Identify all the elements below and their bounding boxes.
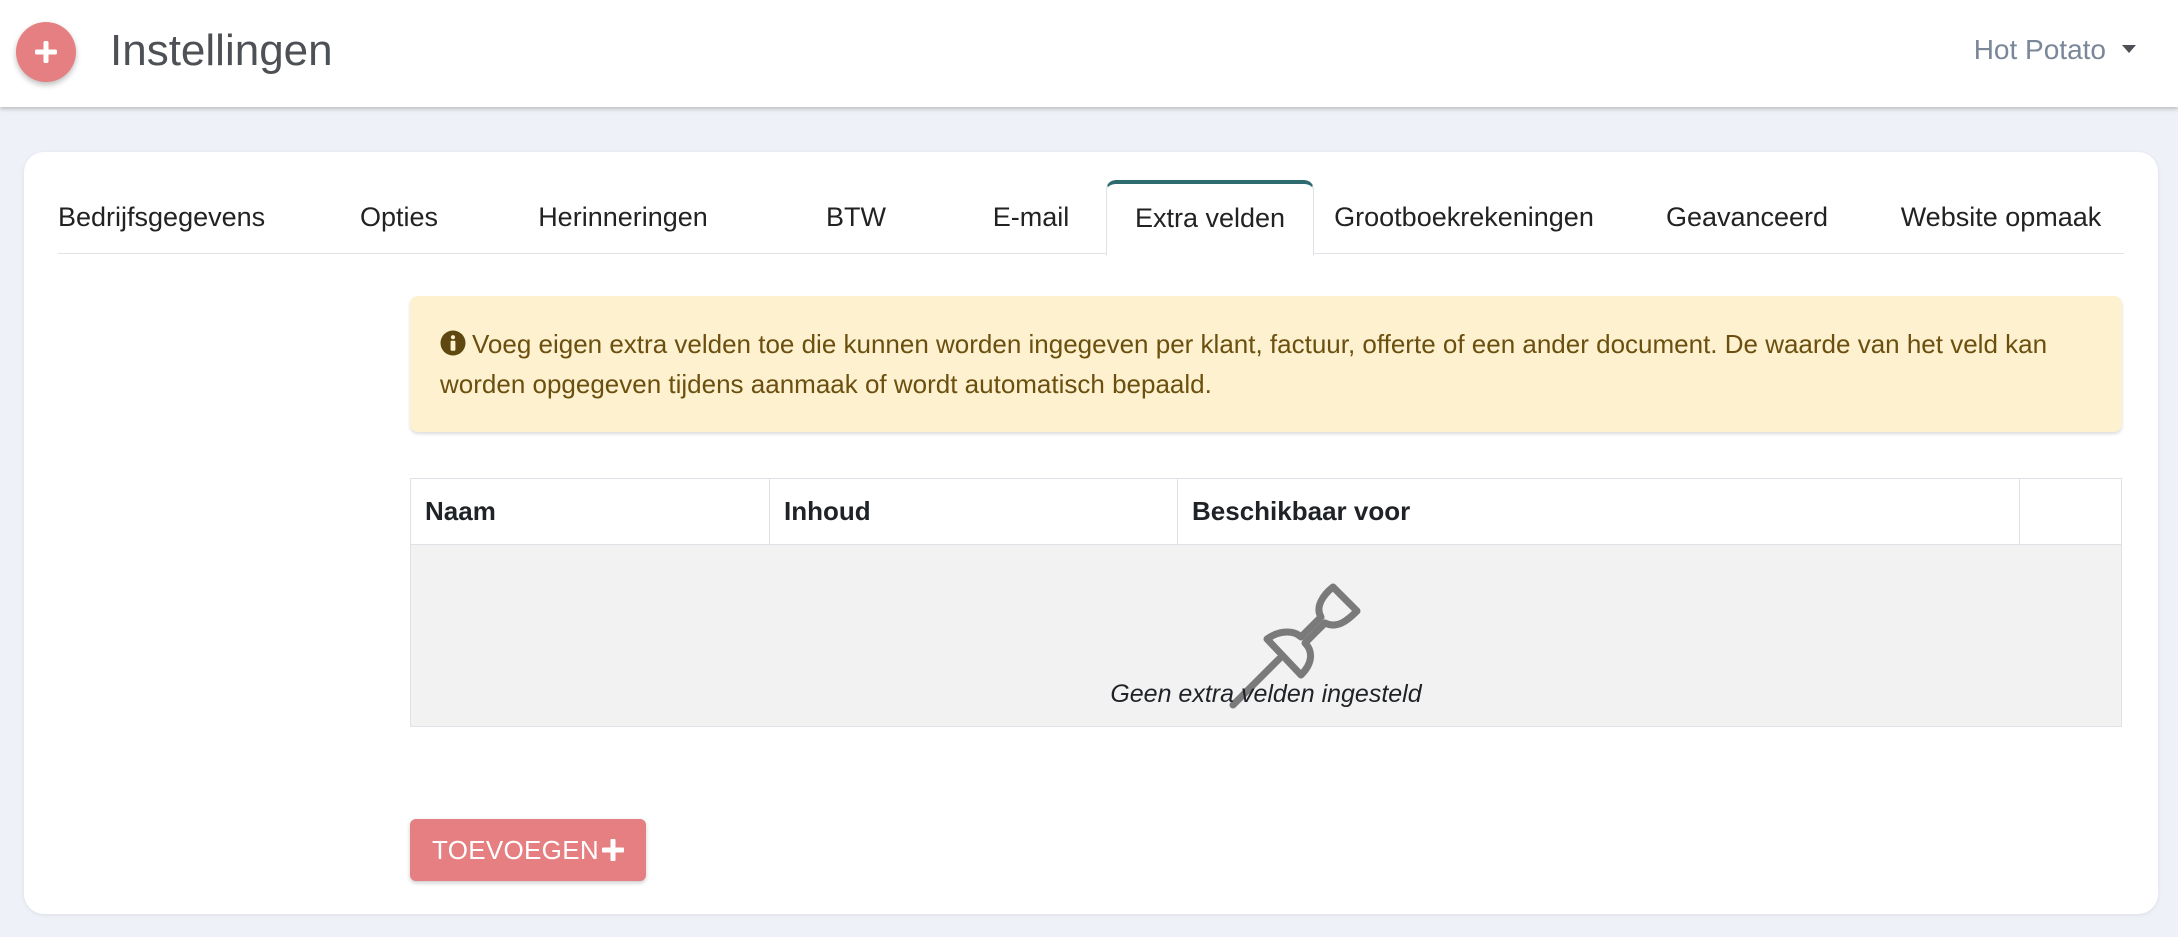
- tab-opties[interactable]: Opties: [334, 182, 464, 252]
- plus-icon: [602, 839, 624, 861]
- tabs-divider: [58, 253, 2124, 254]
- add-field-button[interactable]: TOEVOEGEN: [410, 819, 646, 881]
- extra-fields-table: Naam Inhoud Beschikbaar voor Geen extra …: [410, 478, 2122, 727]
- table-header: Naam Inhoud Beschikbaar voor: [411, 479, 2121, 545]
- add-fab-button[interactable]: [16, 22, 76, 82]
- info-alert: Voeg eigen extra velden toe die kunnen w…: [410, 296, 2122, 432]
- empty-state: Geen extra velden ingesteld: [411, 545, 2121, 726]
- page-title: Instellingen: [110, 26, 333, 75]
- tab-extra-velden[interactable]: Extra velden: [1106, 180, 1314, 256]
- settings-card: Bedrijfsgegevens Opties Herinneringen BT…: [24, 152, 2158, 914]
- tab-e-mail[interactable]: E-mail: [954, 182, 1108, 252]
- tab-website-opmaak[interactable]: Website opmaak: [1878, 182, 2124, 252]
- tab-grootboekrekeningen[interactable]: Grootboekrekeningen: [1324, 182, 1604, 252]
- account-menu[interactable]: Hot Potato: [1974, 30, 2136, 70]
- column-header-naam[interactable]: Naam: [411, 479, 770, 544]
- info-alert-text: Voeg eigen extra velden toe die kunnen w…: [440, 329, 2048, 399]
- tab-bedrijfsgegevens[interactable]: Bedrijfsgegevens: [58, 182, 265, 252]
- tab-herinneringen[interactable]: Herinneringen: [510, 182, 736, 252]
- top-bar: Instellingen Hot Potato: [0, 0, 2178, 107]
- tab-geavanceerd[interactable]: Geavanceerd: [1644, 182, 1850, 252]
- info-circle-icon: [440, 330, 466, 356]
- tab-btw[interactable]: BTW: [776, 182, 936, 252]
- caret-down-icon: [2122, 44, 2136, 53]
- account-name: Hot Potato: [1973, 34, 2106, 65]
- empty-state-text: Geen extra velden ingesteld: [1110, 680, 1422, 708]
- plus-icon: [35, 41, 57, 63]
- column-header-inhoud[interactable]: Inhoud: [770, 479, 1178, 544]
- column-header-beschikbaar-voor[interactable]: Beschikbaar voor: [1178, 479, 2020, 544]
- column-header-actions: [2020, 479, 2121, 544]
- add-field-button-label: TOEVOEGEN: [432, 835, 599, 865]
